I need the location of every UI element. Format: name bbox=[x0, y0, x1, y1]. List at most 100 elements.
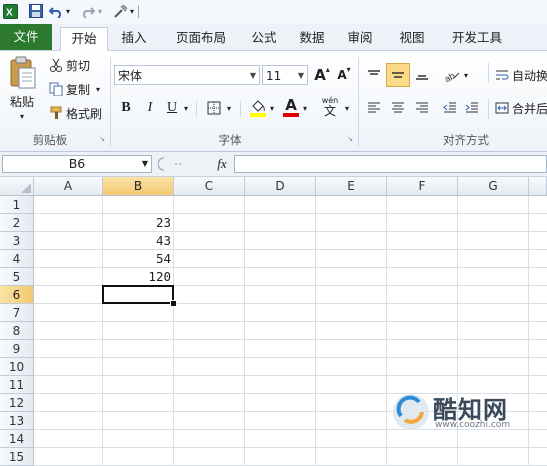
column-header-g[interactable]: G bbox=[458, 177, 529, 196]
align-bottom-icon[interactable] bbox=[412, 65, 432, 85]
phonetic-char: 文 bbox=[323, 104, 336, 118]
underline-dropdown-icon[interactable]: ▾ bbox=[182, 101, 190, 115]
insert-function-button[interactable]: fx bbox=[212, 156, 232, 172]
column-header-d[interactable]: D bbox=[245, 177, 316, 196]
row-header-13[interactable]: 13 bbox=[0, 412, 34, 430]
paste-icon[interactable] bbox=[6, 55, 38, 91]
fill-color-dropdown-icon[interactable]: ▾ bbox=[268, 101, 276, 115]
chevron-down-icon: ▼ bbox=[297, 71, 304, 80]
redo-icon[interactable] bbox=[80, 3, 96, 19]
formula-input[interactable] bbox=[234, 155, 547, 173]
column-header-c[interactable]: C bbox=[174, 177, 245, 196]
format-painter-button[interactable]: 格式刷 bbox=[66, 105, 106, 121]
paste-dropdown-icon[interactable]: ▾ bbox=[16, 111, 28, 121]
tab-formulas[interactable]: 公式 bbox=[242, 27, 286, 49]
undo-icon[interactable] bbox=[48, 3, 64, 19]
cell-b5[interactable]: 120 bbox=[103, 268, 174, 286]
row-header-7[interactable]: 7 bbox=[0, 304, 34, 322]
copy-dropdown-icon[interactable]: ▾ bbox=[94, 83, 102, 95]
orientation-icon[interactable]: ab bbox=[442, 65, 462, 85]
row-header-8[interactable]: 8 bbox=[0, 322, 34, 340]
fill-color-icon[interactable] bbox=[248, 96, 268, 118]
borders-dropdown-icon[interactable]: ▾ bbox=[225, 101, 233, 115]
align-center-icon[interactable] bbox=[388, 98, 408, 118]
row-header-4[interactable]: 4 bbox=[0, 250, 34, 268]
toolbar-divider bbox=[138, 5, 139, 18]
font-size-combo[interactable]: 11 ▼ bbox=[262, 65, 308, 85]
tab-view[interactable]: 视图 bbox=[390, 27, 434, 49]
row-header-1[interactable]: 1 bbox=[0, 196, 34, 214]
tab-data[interactable]: 数据 bbox=[290, 27, 334, 49]
font-color-swatch bbox=[283, 112, 299, 117]
tab-insert[interactable]: 插入 bbox=[112, 27, 156, 49]
cell-b3[interactable]: 43 bbox=[103, 232, 174, 250]
grow-font-button[interactable]: A ▴ bbox=[312, 65, 332, 85]
orientation-dropdown-icon[interactable]: ▾ bbox=[462, 69, 470, 81]
ribbon: 粘贴 ▾ 剪切 复制 ▾ 格式刷 剪贴板 ↘ 宋体 ▼ 11 ▼ A ▴ A ▾ B… bbox=[0, 51, 547, 152]
row-header-12[interactable]: 12 bbox=[0, 394, 34, 412]
font-color-dropdown-icon[interactable]: ▾ bbox=[301, 101, 309, 115]
tab-page-layout[interactable]: 页面布局 bbox=[164, 27, 238, 49]
excel-icon[interactable]: X bbox=[2, 3, 18, 19]
svg-text:X: X bbox=[6, 7, 13, 18]
column-header-f[interactable]: F bbox=[387, 177, 458, 196]
copy-icon bbox=[48, 81, 64, 97]
merge-center-button[interactable]: 合并后 bbox=[512, 98, 547, 118]
underline-button[interactable]: U bbox=[163, 98, 181, 118]
customize-dropdown-icon[interactable]: ▾ bbox=[128, 3, 136, 19]
column-header-e[interactable]: E bbox=[316, 177, 387, 196]
tab-file[interactable]: 文件 bbox=[0, 24, 52, 50]
name-box[interactable]: B6 ▼ bbox=[2, 155, 152, 173]
wrap-text-button[interactable]: 自动换 bbox=[512, 65, 547, 85]
chevron-down-icon: ▼ bbox=[249, 71, 256, 80]
row-header-6[interactable]: 6 bbox=[0, 286, 34, 304]
column-gridline bbox=[244, 196, 245, 466]
align-top-icon[interactable] bbox=[364, 65, 384, 85]
italic-button[interactable]: I bbox=[140, 98, 160, 118]
row-header-14[interactable]: 14 bbox=[0, 430, 34, 448]
column-header-a[interactable]: A bbox=[34, 177, 103, 196]
column-header-overflow[interactable] bbox=[529, 177, 547, 196]
column-header-b[interactable]: B bbox=[103, 177, 174, 196]
cell-b4[interactable]: 54 bbox=[103, 250, 174, 268]
phonetic-dropdown-icon[interactable]: ▾ bbox=[343, 101, 351, 115]
tab-review[interactable]: 审阅 bbox=[338, 27, 382, 49]
row-header-9[interactable]: 9 bbox=[0, 340, 34, 358]
save-icon[interactable] bbox=[28, 3, 44, 19]
paste-button[interactable]: 粘贴 bbox=[4, 93, 40, 109]
clipboard-group-label: 剪贴板 bbox=[32, 133, 68, 147]
font-launcher-icon[interactable]: ↘ bbox=[346, 134, 354, 144]
row-header-11[interactable]: 11 bbox=[0, 376, 34, 394]
clipboard-launcher-icon[interactable]: ↘ bbox=[98, 134, 106, 144]
increase-indent-icon[interactable] bbox=[462, 98, 482, 118]
font-color-button[interactable]: A bbox=[282, 96, 300, 118]
decrease-indent-icon[interactable] bbox=[440, 98, 460, 118]
row-header-2[interactable]: 2 bbox=[0, 214, 34, 232]
tab-home[interactable]: 开始 bbox=[60, 27, 108, 52]
undo-dropdown-icon[interactable]: ▾ bbox=[64, 3, 72, 19]
font-name-combo[interactable]: 宋体 ▼ bbox=[114, 65, 260, 85]
customize-icon[interactable] bbox=[112, 3, 128, 19]
tab-developer[interactable]: 开发工具 bbox=[444, 27, 510, 49]
shrink-font-button[interactable]: A ▾ bbox=[334, 65, 354, 85]
redo-dropdown-icon[interactable]: ▾ bbox=[96, 3, 104, 19]
formula-bar-splitter[interactable] bbox=[157, 156, 194, 172]
select-all-corner[interactable] bbox=[0, 177, 34, 196]
phonetic-button[interactable]: wén 文 bbox=[318, 95, 342, 119]
row-header-15[interactable]: 15 bbox=[0, 448, 34, 466]
row-header-5[interactable]: 5 bbox=[0, 268, 34, 286]
row-header-10[interactable]: 10 bbox=[0, 358, 34, 376]
align-left-icon[interactable] bbox=[364, 98, 384, 118]
bold-button[interactable]: B bbox=[116, 98, 136, 118]
align-right-icon[interactable] bbox=[412, 98, 432, 118]
format-painter-icon bbox=[48, 105, 64, 121]
cell-b2[interactable]: 23 bbox=[103, 214, 174, 232]
fill-handle[interactable] bbox=[170, 300, 177, 307]
font-color-letter: A bbox=[285, 95, 297, 114]
borders-icon[interactable] bbox=[204, 98, 224, 118]
watermark: 酷知网 www.coozhi.com bbox=[389, 386, 539, 442]
cut-button[interactable]: 剪切 bbox=[66, 57, 94, 73]
align-middle-icon[interactable] bbox=[386, 63, 410, 87]
row-header-3[interactable]: 3 bbox=[0, 232, 34, 250]
copy-button[interactable]: 复制 bbox=[66, 81, 94, 97]
